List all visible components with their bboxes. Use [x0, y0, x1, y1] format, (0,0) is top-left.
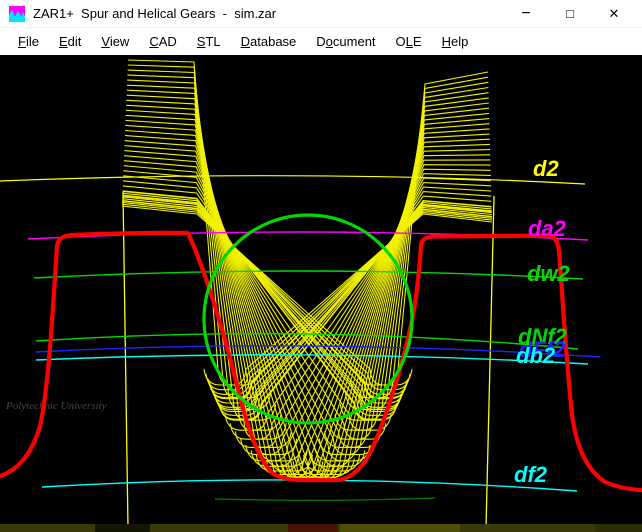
db2-label: db2 — [516, 343, 556, 368]
app-icon — [9, 6, 25, 22]
minimize-button[interactable]: − — [506, 0, 546, 28]
menu-item-cad[interactable]: CAD — [139, 34, 186, 49]
menu-item-file[interactable]: File — [8, 34, 49, 49]
da2-label: da2 — [528, 216, 567, 241]
menu-item-ole[interactable]: OLE — [386, 34, 432, 49]
title-bar: ZAR1+ Spur and Helical Gears - sim.zar −… — [0, 0, 642, 28]
watermark: Polytechnic University — [5, 400, 107, 412]
menu-bar: FileEditViewCADSTLDatabaseDocumentOLEHel… — [0, 28, 642, 55]
menu-item-view[interactable]: View — [91, 34, 139, 49]
bottom-edge-strip — [0, 524, 642, 532]
d2-label: d2 — [533, 156, 559, 181]
menu-item-document[interactable]: Document — [306, 34, 385, 49]
app-window: Polytechnic University d2 da2 dw2 dNf2 d… — [0, 0, 642, 532]
menu-item-database[interactable]: Database — [231, 34, 307, 49]
menu-item-edit[interactable]: Edit — [49, 34, 91, 49]
dw2-label: dw2 — [527, 261, 571, 286]
window-title: ZAR1+ Spur and Helical Gears - sim.zar — [33, 6, 276, 21]
menu-item-help[interactable]: Help — [432, 34, 479, 49]
gear-drawing-canvas[interactable]: Polytechnic University d2 da2 dw2 dNf2 d… — [0, 0, 642, 532]
close-button[interactable]: ✕ — [594, 0, 634, 28]
maximize-button[interactable]: □ — [550, 0, 590, 28]
menu-item-stl[interactable]: STL — [187, 34, 231, 49]
df2-label: df2 — [514, 462, 548, 487]
